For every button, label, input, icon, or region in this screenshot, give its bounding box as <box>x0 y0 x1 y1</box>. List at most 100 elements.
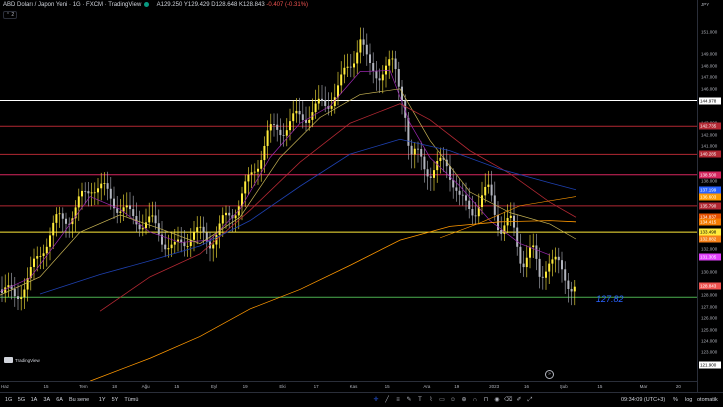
tradingview-logo-text: TradingView <box>15 357 40 363</box>
candle-body <box>433 170 435 178</box>
candle-body <box>381 74 384 81</box>
auto-scale-toggle[interactable]: otomatik <box>697 397 718 403</box>
price-chart[interactable] <box>0 0 697 381</box>
time-tick-label: 20 <box>675 384 681 389</box>
pattern-icon[interactable]: ⌇ <box>427 396 435 404</box>
price-tick-label: 132.000 <box>701 246 718 252</box>
symbol-title-line[interactable]: ABD Doları / Japon Yeni · 1G · FXCM · Tr… <box>3 2 308 8</box>
candle-body <box>346 66 349 68</box>
candle-body <box>221 215 224 224</box>
candle-body <box>458 190 461 195</box>
edit-icon[interactable]: ✐ <box>515 396 523 404</box>
tradingview-logo-icon <box>4 357 13 363</box>
currency-label[interactable]: JPY <box>701 2 709 7</box>
symbol-title[interactable]: ABD Doları / Japon Yeni · 1G · FXCM · Tr… <box>3 2 141 8</box>
candle-body <box>295 110 298 114</box>
close-value: K128.843 <box>238 2 265 9</box>
candle-body <box>129 205 131 210</box>
candle-body <box>269 124 272 131</box>
candle-body <box>365 44 368 55</box>
candle-body <box>97 188 99 193</box>
candle-body <box>202 226 205 233</box>
zoom-icon[interactable]: ⊕ <box>460 396 468 404</box>
drawing-tools: ✛ ╱ ≡ ✎ T ⌇ ▭ ☺ ⊕ ∩ ⊓ ◉ ⌫ ✐ ⤢ <box>372 396 537 404</box>
timeframe-button[interactable]: 1A <box>31 397 38 403</box>
candle-body <box>263 145 266 161</box>
candle-body <box>372 62 375 72</box>
candle-body <box>39 255 42 257</box>
ma-fast-line <box>0 70 551 293</box>
candle-body <box>461 194 464 196</box>
magnet-icon[interactable]: ∩ <box>471 396 479 404</box>
candle-body <box>164 244 167 250</box>
timeframe-button[interactable]: 5Y <box>112 397 119 403</box>
timeframe-button[interactable]: Tümü <box>124 397 138 403</box>
candle-body <box>125 205 128 208</box>
candle-body <box>487 184 490 187</box>
candle-body <box>109 188 112 199</box>
candle-body <box>141 228 144 230</box>
brush-icon[interactable]: ✎ <box>405 396 413 404</box>
trash-icon[interactable]: ⌫ <box>504 396 512 404</box>
timeframe-button[interactable]: Bu sene <box>69 397 89 403</box>
time-tick-label: Kas <box>349 384 358 389</box>
candle-body <box>490 184 493 196</box>
lock-icon[interactable]: ⊓ <box>482 396 490 404</box>
ruler-icon[interactable]: ▭ <box>438 396 446 404</box>
candle-body <box>167 248 170 250</box>
price-tick-label: 151.000 <box>701 29 718 34</box>
candle-body <box>516 227 519 247</box>
candle-body <box>234 215 237 219</box>
candle-body <box>369 54 371 63</box>
price-tick-label: 124.000 <box>701 338 718 344</box>
candle-body <box>196 227 199 233</box>
eye-icon[interactable]: ◉ <box>493 396 501 404</box>
time-tick-label: Haz <box>0 384 9 389</box>
timeframe-button[interactable]: 1G <box>5 397 12 403</box>
candle-body <box>391 58 394 60</box>
candle-body <box>410 145 413 155</box>
emoji-icon[interactable]: ☺ <box>449 396 457 404</box>
candle-body <box>301 114 304 120</box>
percent-toggle[interactable]: % <box>673 397 678 403</box>
timeframe-button[interactable]: 6A <box>56 397 63 403</box>
fib-icon[interactable]: ≡ <box>394 396 402 404</box>
candle-body <box>557 256 560 261</box>
candle-body <box>260 160 263 169</box>
time-axis[interactable]: Haz 15 Tem 18 Ağu 15 Eyl 19 Eki 17 Kas 15 Ara 19 2023 1… <box>0 381 697 392</box>
candle-body <box>570 288 573 292</box>
candle-body <box>55 214 58 223</box>
price-badge: 121.900 <box>699 361 721 369</box>
price-axis[interactable]: JPY 151.000 149.000 148.000 147.000 146.000 1… <box>697 0 723 392</box>
scroll-to-realtime-icon[interactable]: » <box>545 370 554 379</box>
text-icon[interactable]: T <box>416 396 424 404</box>
candle-body <box>93 192 96 194</box>
candle-body <box>420 148 423 157</box>
price-tick-label: 125.000 <box>701 327 718 333</box>
candle-body <box>157 223 160 235</box>
candle-body <box>17 296 19 299</box>
candle-body <box>81 190 83 197</box>
timeframe-button[interactable]: 1Y <box>99 397 106 403</box>
candle-body <box>455 187 458 191</box>
time-tick-label: 15 <box>43 384 49 389</box>
trendline-icon[interactable]: ╱ <box>383 396 391 404</box>
candle-body <box>541 276 544 278</box>
timeframe-button[interactable]: 3A <box>43 397 50 403</box>
candle-body <box>285 130 288 136</box>
market-status-icon <box>144 2 150 7</box>
candle-body <box>388 59 391 66</box>
expand-icon[interactable]: ⤢ <box>526 396 534 404</box>
candle-body <box>522 263 525 268</box>
open-value: A129.250 <box>156 2 183 9</box>
candle-body <box>58 213 61 215</box>
collapse-indicators-button[interactable]: ⌃ 2 <box>3 11 17 19</box>
candle-body <box>23 289 26 298</box>
log-toggle[interactable]: log <box>685 397 692 403</box>
candle-body <box>173 241 176 245</box>
crosshair-icon[interactable]: ✛ <box>372 396 380 404</box>
price-badge: 132.882 <box>699 235 721 243</box>
support-level-label: 127.82 <box>596 294 624 304</box>
clock-time[interactable]: 09:34:09 (UTC+3) <box>621 397 665 403</box>
timeframe-button[interactable]: 5G <box>18 397 25 403</box>
